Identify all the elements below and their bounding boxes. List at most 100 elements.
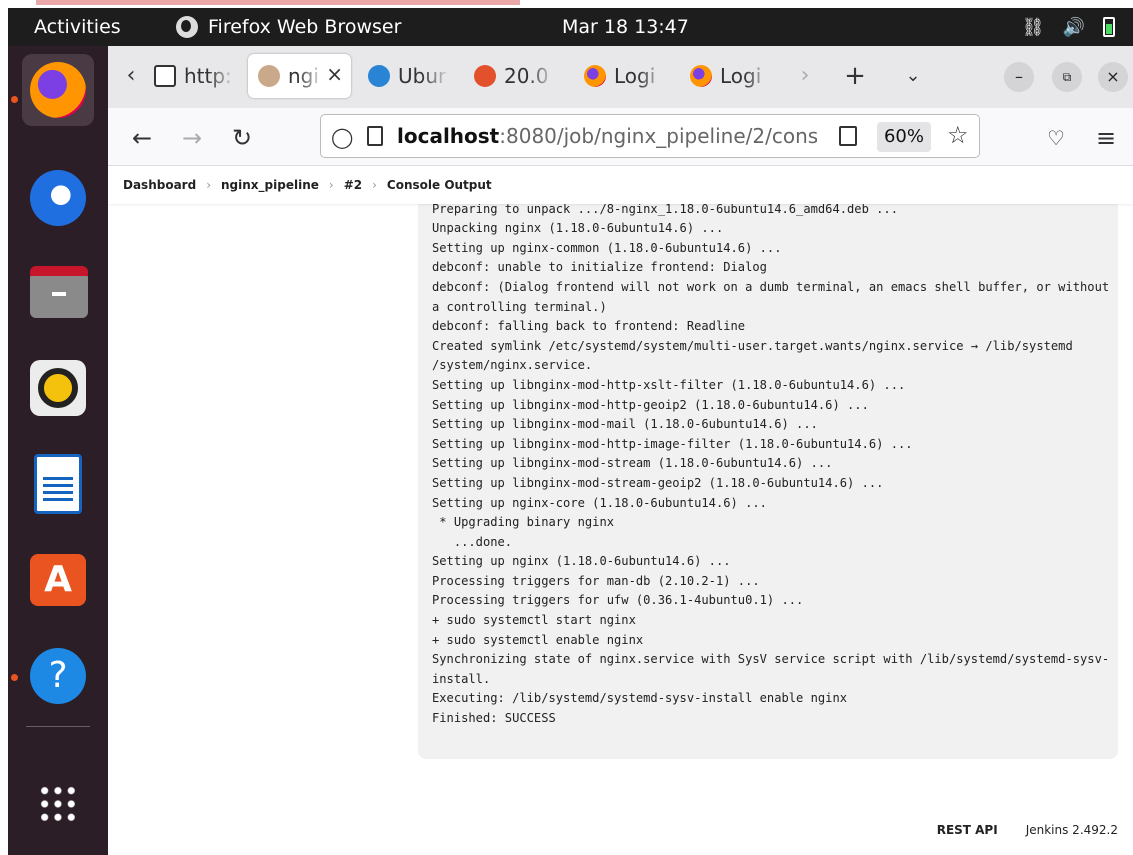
console-line: debconf: unable to initialize frontend: …: [432, 260, 767, 275]
show-apps-icon[interactable]: [38, 784, 78, 824]
back-icon[interactable]: ←: [124, 120, 160, 156]
network-icon: ⛓: [1021, 17, 1045, 38]
console-line: Synchronizing state of nginx.service wit…: [432, 652, 1110, 667]
app-name: Firefox Web Browser: [208, 16, 402, 38]
new-tab-icon[interactable]: +: [840, 58, 870, 94]
breadcrumb-separator: ›: [206, 178, 211, 192]
volume-icon: 🔊: [1062, 17, 1085, 38]
terminal-icon: [154, 65, 176, 87]
dock-files[interactable]: [22, 258, 94, 330]
tracking-shield-icon[interactable]: ◯: [331, 125, 353, 149]
menu-icon[interactable]: ≡: [1088, 120, 1124, 156]
url-text[interactable]: localhost:8080/job/nginx_pipeline/2/cons: [397, 124, 817, 148]
breadcrumb: Dashboard › nginx_pipeline › #2 › Consol…: [108, 166, 1133, 204]
rest-api-link[interactable]: REST API: [937, 823, 998, 837]
console-line: Setting up libnginx-mod-stream (1.18.0-6…: [432, 456, 833, 471]
console-line: a controlling terminal.): [432, 299, 607, 314]
console-line: Setting up libnginx-mod-stream-geoip2 (1…: [432, 475, 884, 490]
files-icon: [30, 266, 88, 318]
console-line: Processing triggers for man-db (2.10.2-1…: [432, 573, 760, 588]
console-line: Setting up libnginx-mod-http-image-filte…: [432, 436, 913, 451]
ubuntu-icon: [368, 65, 390, 87]
console-line: debconf: (Dialog frontend will not work …: [432, 279, 1110, 294]
console-line: * Upgrading binary nginx: [432, 515, 615, 530]
url-bar[interactable]: ◯ localhost:8080/job/nginx_pipeline/2/co…: [320, 114, 980, 158]
close-tab-icon[interactable]: ×: [326, 62, 343, 86]
console-line: Setting up nginx-core (1.18.0-6ubuntu14.…: [432, 495, 767, 510]
console-line: Setting up libnginx-mod-mail (1.18.0-6ub…: [432, 417, 818, 432]
app-menu[interactable]: Firefox Web Browser: [176, 16, 401, 38]
tab-bar: ‹ http: ngi × Ubur 20.0 Logi Logi › + ⌄ …: [108, 46, 1133, 108]
dock-writer[interactable]: [22, 448, 94, 520]
tab-3[interactable]: 20.0: [464, 54, 556, 98]
dock-rhythmbox[interactable]: [22, 352, 94, 424]
breadcrumb-console[interactable]: Console Output: [387, 178, 492, 192]
reload-icon[interactable]: ↻: [224, 120, 260, 156]
nav-bar: ← → ↻ ◯ localhost:8080/job/nginx_pipelin…: [108, 108, 1133, 166]
app-center-icon: A: [30, 554, 86, 606]
dock-separator: [26, 726, 90, 727]
page-info-icon[interactable]: [367, 126, 383, 146]
thunderbird-icon: [30, 170, 86, 226]
jenkins-icon: [258, 65, 280, 87]
dock: A ?: [8, 46, 108, 855]
list-tabs-icon[interactable]: ⌄: [898, 58, 928, 94]
console-line: + sudo systemctl enable nginx: [432, 632, 644, 647]
console-line: Setting up libnginx-mod-http-geoip2 (1.1…: [432, 397, 869, 412]
dock-thunderbird[interactable]: [22, 162, 94, 234]
firefox-app-icon: [176, 16, 198, 38]
console-line: Unpacking nginx (1.18.0-6ubuntu14.6) ...: [432, 221, 724, 236]
maximize-icon[interactable]: ⧉: [1052, 62, 1082, 92]
console-line: debconf: falling back to frontend: Readl…: [432, 319, 746, 334]
pocket-icon[interactable]: ♡: [1038, 120, 1074, 156]
battery-icon: [1103, 17, 1115, 37]
top-strip: [0, 0, 1133, 8]
zoom-level[interactable]: 60%: [877, 122, 931, 152]
breadcrumb-separator: ›: [328, 178, 334, 192]
bookmark-star-icon[interactable]: ☆: [947, 121, 969, 149]
top-strip-accent: [36, 0, 520, 5]
help-icon: ?: [30, 648, 86, 704]
forward-icon[interactable]: →: [174, 120, 210, 156]
page-content: Dashboard › nginx_pipeline › #2 › Consol…: [108, 166, 1133, 855]
reader-view-icon[interactable]: [839, 126, 857, 146]
tab-scroll-left-icon[interactable]: ‹: [118, 58, 144, 94]
console-line: Processing triggers for ufw (0.36.1-4ubu…: [432, 593, 804, 608]
console-line: install.: [432, 671, 491, 686]
gnome-top-bar: Activities Firefox Web Browser Mar 18 13…: [8, 8, 1133, 46]
dock-firefox[interactable]: [22, 54, 94, 126]
console-line: Setting up nginx-common (1.18.0-6ubuntu1…: [432, 240, 782, 255]
running-indicator: [11, 96, 18, 103]
running-indicator: [11, 674, 18, 681]
console-line: Created symlink /etc/systemd/system/mult…: [432, 338, 1073, 353]
breadcrumb-build[interactable]: #2: [344, 178, 362, 192]
console-text: Selecting previously unselected package …: [418, 189, 1118, 729]
console-line: ...done.: [432, 534, 513, 549]
console-line: Executing: /lib/systemd/systemd-sysv-ins…: [432, 691, 848, 706]
askubuntu-icon: [474, 65, 496, 87]
close-window-icon[interactable]: ×: [1098, 62, 1128, 92]
dock-app-center[interactable]: A: [22, 544, 94, 616]
system-tray[interactable]: ⛓ 🔊: [1022, 17, 1115, 38]
tab-2[interactable]: Ubur: [358, 54, 450, 98]
tab-0[interactable]: http:: [144, 54, 236, 98]
console-line: + sudo systemctl start nginx: [432, 613, 636, 628]
breadcrumb-job[interactable]: nginx_pipeline: [221, 178, 319, 192]
writer-icon: [34, 454, 82, 514]
tab-5[interactable]: Logi: [680, 54, 772, 98]
firefox-icon: [30, 62, 86, 118]
rhythmbox-icon: [30, 360, 86, 416]
minimize-icon[interactable]: –: [1004, 62, 1034, 92]
clock[interactable]: Mar 18 13:47: [562, 16, 689, 38]
jenkins-version[interactable]: Jenkins 2.492.2: [1026, 823, 1118, 837]
footer: REST API Jenkins 2.492.2: [937, 823, 1118, 837]
tab-scroll-right-icon[interactable]: ›: [792, 58, 818, 94]
firefox-icon: [690, 65, 712, 87]
console-output: Selecting previously unselected package …: [418, 189, 1118, 759]
tab-1[interactable]: ngi ×: [248, 54, 351, 98]
activities-button[interactable]: Activities: [34, 16, 121, 38]
console-line: Finished: SUCCESS: [432, 711, 556, 726]
tab-4[interactable]: Logi: [574, 54, 666, 98]
breadcrumb-dashboard[interactable]: Dashboard: [123, 178, 196, 192]
dock-help[interactable]: ?: [22, 640, 94, 712]
